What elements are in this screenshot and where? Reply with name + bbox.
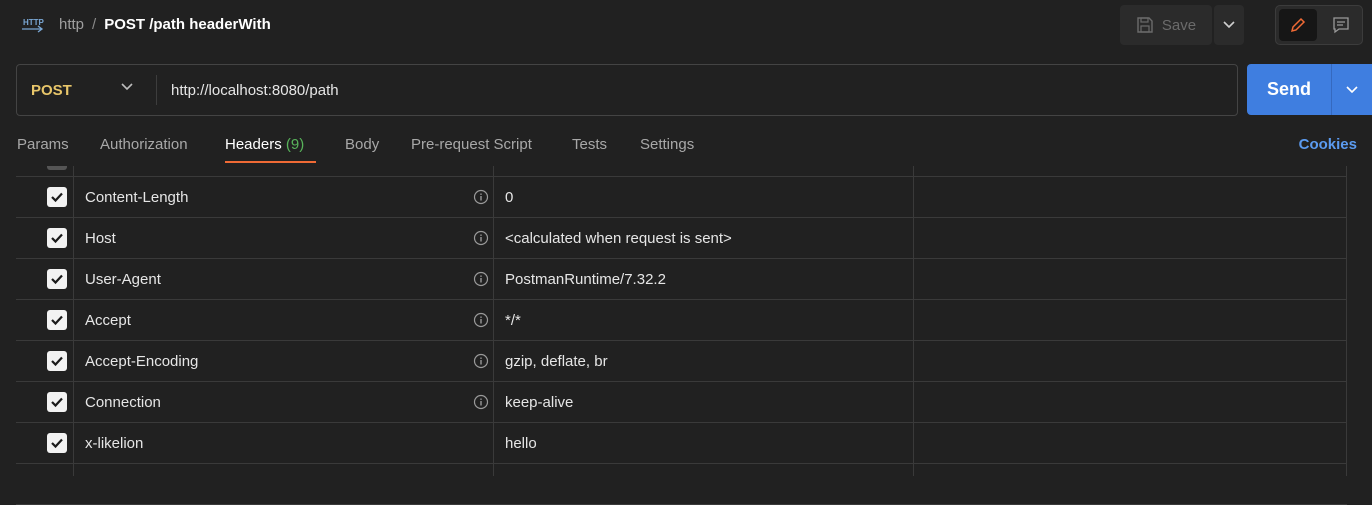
header-value[interactable]: gzip, deflate, br <box>505 353 608 370</box>
breadcrumb-root[interactable]: http <box>59 16 84 33</box>
method-select[interactable]: POST <box>17 65 157 115</box>
save-icon <box>1137 17 1153 33</box>
header-enabled-checkbox[interactable] <box>47 433 67 453</box>
checkmark-icon <box>51 438 63 449</box>
header-key[interactable]: Content-Length <box>85 189 188 206</box>
checkmark-icon <box>51 315 63 326</box>
header-enabled-checkbox[interactable] <box>47 310 67 330</box>
header-enabled-checkbox[interactable] <box>47 187 67 207</box>
header-key[interactable]: User-Agent <box>85 271 161 288</box>
checkmark-icon <box>51 397 63 408</box>
table-row: Accept */* <box>16 300 1347 341</box>
info-icon[interactable] <box>473 353 489 369</box>
breadcrumb-separator: / <box>92 16 97 33</box>
url-input[interactable] <box>171 65 1221 115</box>
send-button[interactable]: Send <box>1247 64 1331 115</box>
column-divider <box>913 166 914 476</box>
pencil-icon <box>1290 17 1306 33</box>
table-row: Content-Length 0 <box>16 177 1347 218</box>
header-key[interactable]: Accept <box>85 312 131 329</box>
send-button-group: Send <box>1247 64 1372 115</box>
chevron-down-icon <box>1223 21 1235 29</box>
header-value[interactable]: */* <box>505 312 521 329</box>
header-enabled-checkbox[interactable] <box>47 351 67 371</box>
comments-mode-button[interactable] <box>1323 9 1359 41</box>
info-icon[interactable] <box>473 312 489 328</box>
save-button[interactable]: Save <box>1120 5 1212 45</box>
headers-table: Content-Length 0 Host <calculated when requ… <box>16 166 1347 505</box>
edit-mode-button[interactable] <box>1279 9 1317 41</box>
view-mode-toggle <box>1275 5 1363 45</box>
header-enabled-checkbox[interactable] <box>47 269 67 289</box>
checkmark-icon <box>51 233 63 244</box>
table-scrollbar[interactable] <box>1358 166 1364 476</box>
header-enabled-checkbox[interactable] <box>47 228 67 248</box>
table-row: User-Agent PostmanRuntime/7.32.2 <box>16 259 1347 300</box>
info-icon[interactable] <box>473 271 489 287</box>
table-row: Accept-Encoding gzip, deflate, br <box>16 341 1347 382</box>
request-url-bar: POST <box>16 64 1238 116</box>
svg-text:HTTP: HTTP <box>23 18 45 27</box>
save-options-button[interactable] <box>1214 5 1244 45</box>
header-key[interactable]: Connection <box>85 394 161 411</box>
header-value[interactable]: 0 <box>505 189 513 206</box>
column-divider <box>1346 166 1347 476</box>
header-enabled-checkbox[interactable] <box>47 392 67 412</box>
column-divider <box>493 166 494 476</box>
column-divider <box>73 166 74 476</box>
header-value[interactable]: PostmanRuntime/7.32.2 <box>505 271 666 288</box>
header-key[interactable]: x-likelion <box>85 435 143 452</box>
breadcrumb: http / POST /path headerWith <box>59 16 271 33</box>
table-row: x-likelion hello <box>16 423 1347 464</box>
method-label: POST <box>31 81 72 99</box>
info-icon[interactable] <box>473 189 489 205</box>
header-value[interactable]: keep-alive <box>505 394 573 411</box>
checkmark-icon <box>51 274 63 285</box>
chevron-down-icon <box>1346 85 1358 93</box>
table-row-empty[interactable] <box>16 464 1347 505</box>
header-value[interactable]: hello <box>505 435 537 452</box>
top-bar: HTTP http / POST /path headerWith Save <box>0 0 1372 52</box>
checkmark-icon <box>51 356 63 367</box>
save-label: Save <box>1161 16 1197 34</box>
chevron-down-icon <box>121 83 133 91</box>
http-icon: HTTP <box>22 18 45 33</box>
comment-icon <box>1333 17 1349 34</box>
header-key[interactable]: Host <box>85 230 116 247</box>
info-icon[interactable] <box>473 230 489 246</box>
method-divider <box>156 75 157 105</box>
header-key[interactable]: Accept-Encoding <box>85 353 198 370</box>
info-icon[interactable] <box>473 394 489 410</box>
table-row: Host <calculated when request is sent> <box>16 218 1347 259</box>
table-row-hidden <box>16 136 1347 177</box>
header-value[interactable]: <calculated when request is sent> <box>505 230 732 247</box>
send-options-button[interactable] <box>1332 64 1372 115</box>
request-title[interactable]: POST /path headerWith <box>104 16 271 33</box>
checkmark-icon <box>51 192 63 203</box>
table-row: Connection keep-alive <box>16 382 1347 423</box>
